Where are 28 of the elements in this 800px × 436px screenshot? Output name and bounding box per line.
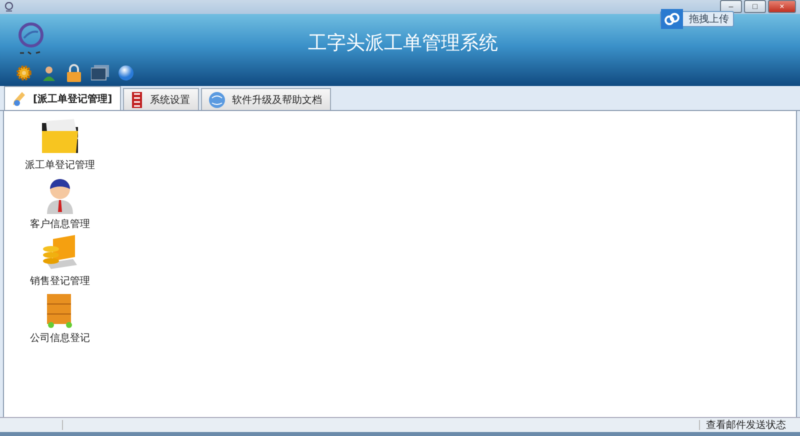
tab[interactable]: [派工单登记管理] <box>4 86 122 110</box>
close-button[interactable]: × <box>768 0 796 13</box>
upload-button[interactable]: 拖拽上传 <box>660 11 734 27</box>
tab[interactable]: 系统设置 <box>123 88 200 110</box>
logo-icon <box>16 22 46 56</box>
launcher-item[interactable]: 公司信息登记 <box>22 292 98 345</box>
lock-icon[interactable] <box>66 64 82 82</box>
globe-icon <box>208 90 226 108</box>
folder-icon <box>40 117 80 155</box>
app-title: 工字头派工单管理系统 <box>308 31 498 56</box>
monitor-icon[interactable] <box>91 65 109 81</box>
person-icon <box>45 176 75 214</box>
gear-icon[interactable] <box>16 65 32 81</box>
launcher-item[interactable]: 销售登记管理 <box>22 235 98 288</box>
launcher-item[interactable]: 客户信息管理 <box>22 176 98 231</box>
status-text: 查看邮件发送状态 <box>705 418 787 432</box>
pencil-icon <box>11 90 27 106</box>
globe-icon[interactable] <box>118 65 134 81</box>
app-icon <box>4 2 14 12</box>
cabinet-icon <box>45 292 75 328</box>
laptop-icon <box>41 235 79 271</box>
launcher-item[interactable]: 派工单登记管理 <box>22 117 98 172</box>
tab[interactable]: 软件升级及帮助文档 <box>201 88 332 110</box>
maximize-button[interactable]: □ <box>744 0 766 13</box>
minimize-button[interactable]: – <box>720 0 742 13</box>
cloud-icon <box>661 9 683 29</box>
user-icon[interactable] <box>41 65 57 81</box>
film-icon <box>130 92 144 108</box>
